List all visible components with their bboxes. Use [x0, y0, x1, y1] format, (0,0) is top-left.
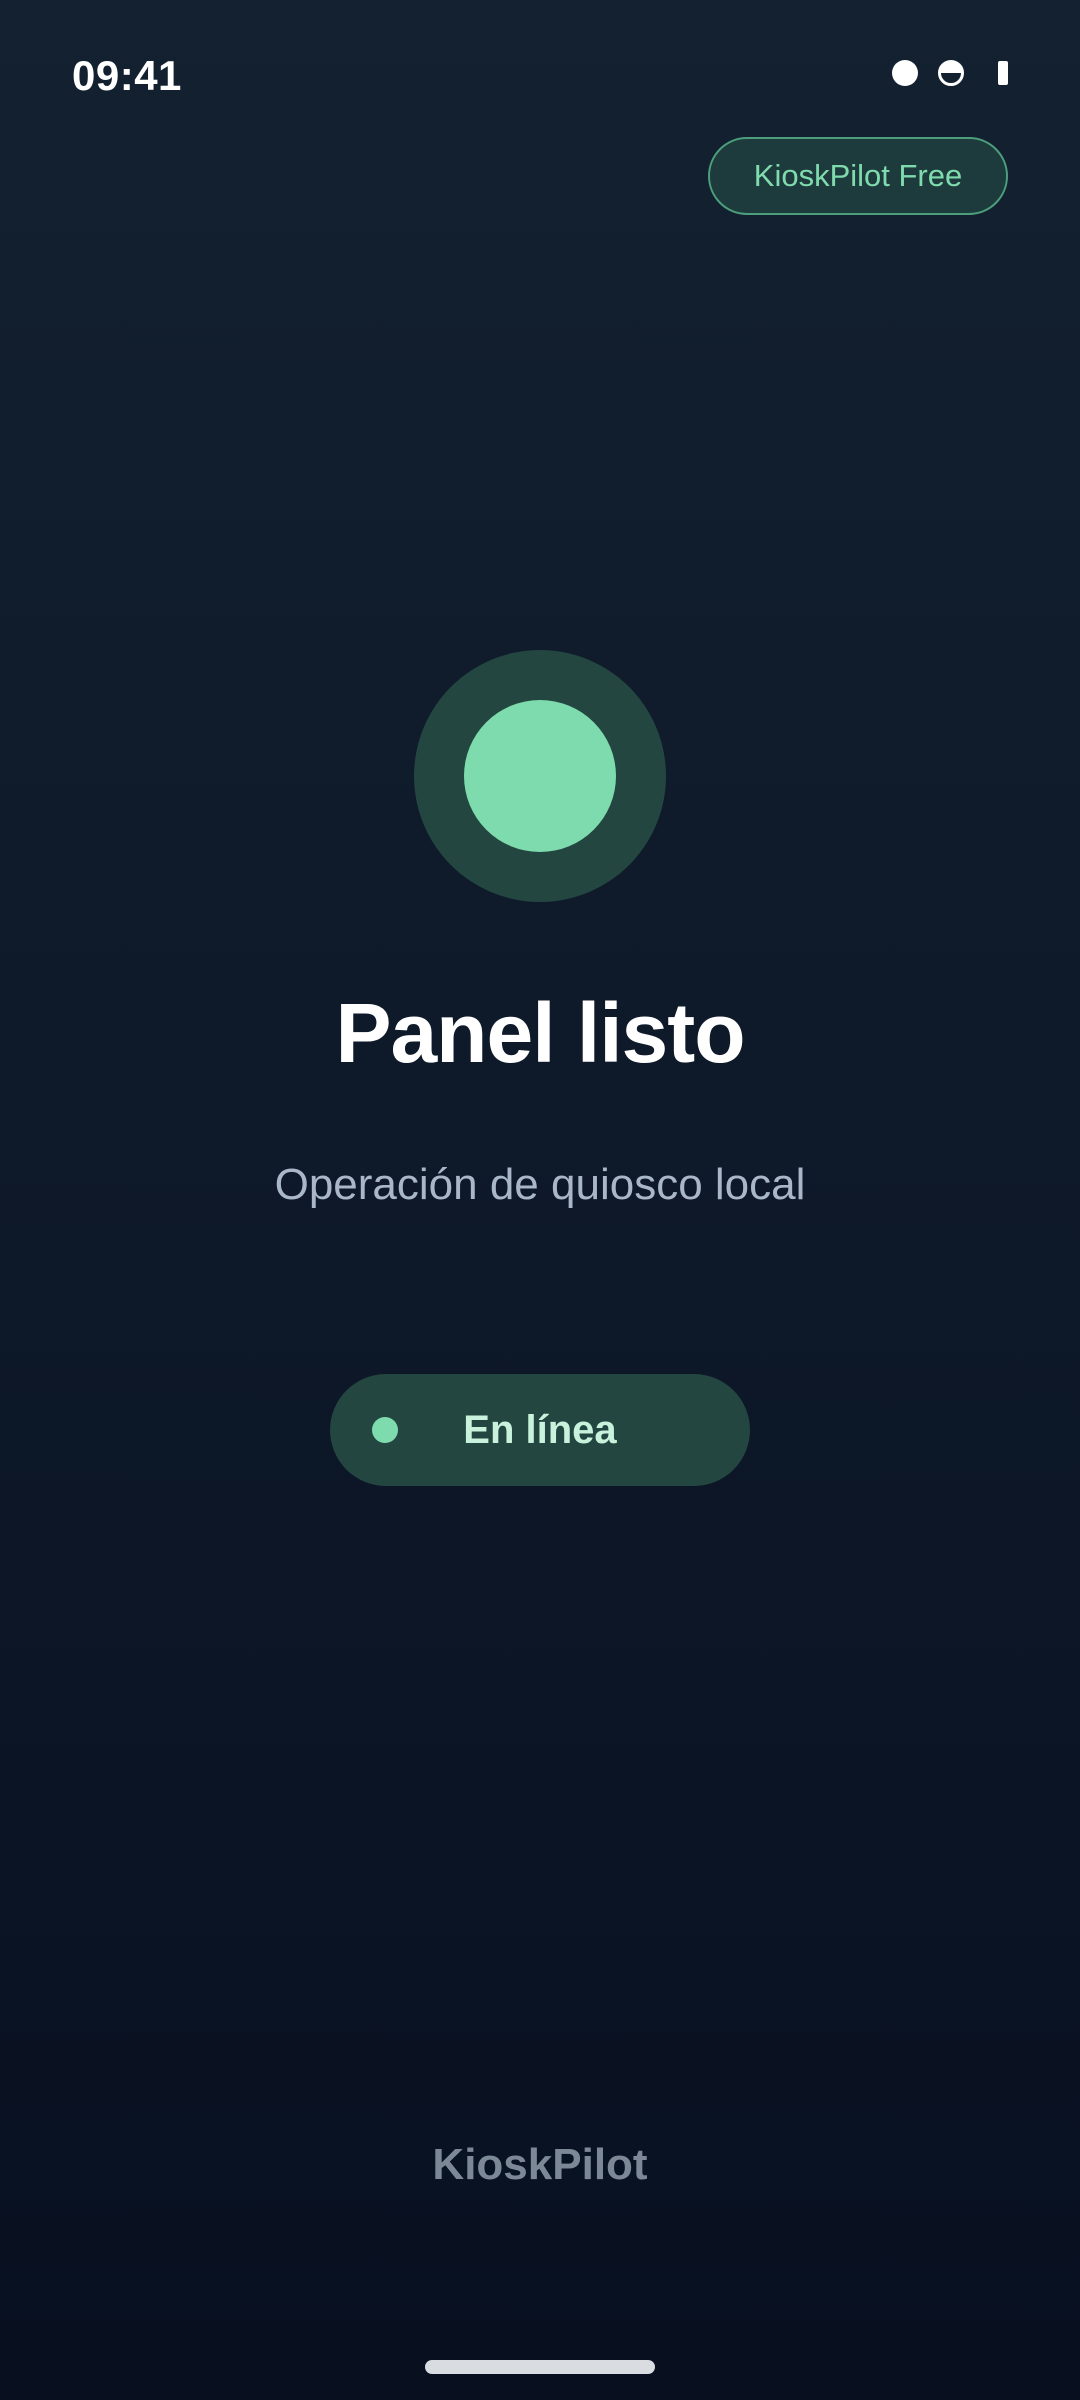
connection-status-label: En línea: [463, 1408, 617, 1452]
plan-badge[interactable]: KioskPilot Free: [708, 137, 1008, 215]
status-time: 09:41: [72, 52, 182, 99]
signal-dot-icon: [892, 60, 918, 86]
status-bar: 09:41: [0, 0, 1080, 150]
plan-badge-label: KioskPilot Free: [753, 158, 963, 193]
brand-footer: KioskPilot: [432, 2140, 648, 2189]
connection-status-pill: En línea: [330, 1374, 750, 1486]
home-indicator[interactable]: [425, 2360, 655, 2374]
status-indicator-icon: [414, 650, 666, 902]
half-circle-icon: [938, 60, 964, 86]
status-icons: [892, 60, 1008, 86]
page-subtitle: Operación de quiosco local: [274, 1160, 806, 1209]
page-title: Panel listo: [335, 986, 745, 1080]
battery-icon: [998, 61, 1008, 85]
status-indicator-core: [464, 700, 616, 852]
